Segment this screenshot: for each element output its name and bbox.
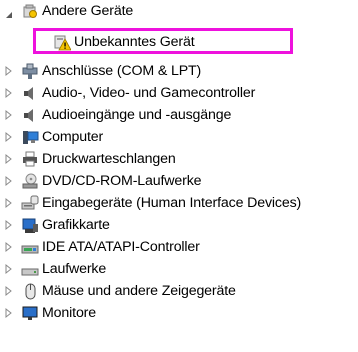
collapsed-arrow-icon[interactable]	[3, 241, 15, 253]
tree-item-hid[interactable]: Eingabegeräte (Human Interface Devices)	[0, 192, 358, 214]
collapsed-arrow-icon[interactable]	[3, 307, 15, 319]
collapsed-arrow-icon[interactable]	[3, 65, 15, 77]
tree-item-computer[interactable]: Computer	[0, 126, 358, 148]
tree-item-label: Druckwarteschlangen	[42, 151, 176, 167]
tree-item-audio-io[interactable]: Audioeingänge und -ausgänge	[0, 104, 358, 126]
mouse-icon	[25, 283, 36, 300]
tree-item-print-queues[interactable]: Druckwarteschlangen	[0, 148, 358, 170]
tree-item-ports[interactable]: Anschlüsse (COM & LPT)	[0, 60, 358, 82]
collapsed-arrow-icon[interactable]	[3, 153, 15, 165]
disk-drive-icon	[21, 268, 39, 276]
collapsed-arrow-icon[interactable]	[3, 131, 15, 143]
tree-item-label: Laufwerke	[42, 261, 107, 277]
monitor-icon	[22, 306, 38, 320]
other-devices-icon	[23, 4, 37, 18]
collapsed-arrow-icon[interactable]	[3, 285, 15, 297]
dvd-drive-icon	[22, 173, 38, 189]
collapsed-arrow-icon[interactable]	[3, 87, 15, 99]
tree-item-label: DVD/CD-ROM-Laufwerke	[42, 173, 202, 189]
port-connector-icon	[22, 63, 38, 79]
tree-item-mice[interactable]: Mäuse und andere Zeigegeräte	[0, 280, 358, 302]
tree-item-label: Andere Geräte	[42, 3, 134, 19]
computer-icon	[23, 131, 39, 144]
tree-item-label: Eingabegeräte (Human Interface Devices)	[42, 195, 302, 211]
device-manager-tree: Andere Geräte Unbekanntes Gerät Anschlüs…	[0, 0, 358, 352]
tree-item-label: Computer	[42, 129, 104, 145]
collapsed-arrow-icon[interactable]	[3, 109, 15, 121]
tree-item-label: Mäuse und andere Zeigegeräte	[42, 283, 236, 299]
speaker-icon	[24, 87, 33, 100]
tree-item-label: Grafikkarte	[42, 217, 110, 233]
collapsed-arrow-icon[interactable]	[3, 219, 15, 231]
hid-device-icon	[21, 195, 39, 210]
tree-item-graphics-card[interactable]: Grafikkarte	[0, 214, 358, 236]
tree-item-monitors[interactable]: Monitore	[0, 302, 358, 324]
tree-item-label: Audioeingänge und -ausgänge	[42, 107, 232, 123]
tree-item-label: Anschlüsse (COM & LPT)	[42, 63, 202, 79]
collapsed-arrow-icon[interactable]	[3, 263, 15, 275]
expanded-arrow-icon[interactable]	[3, 9, 15, 21]
tree-item-label: Monitore	[42, 305, 96, 321]
tree-item-audio-video-game[interactable]: Audio-, Video- und Gamecontroller	[0, 82, 358, 104]
graphics-card-icon	[22, 218, 38, 233]
collapsed-arrow-icon[interactable]	[3, 175, 15, 187]
collapsed-arrow-icon[interactable]	[3, 197, 15, 209]
tree-item-dvd-cd-rom[interactable]: DVD/CD-ROM-Laufwerke	[0, 170, 358, 192]
speaker-icon	[24, 109, 33, 122]
printer-icon	[23, 151, 37, 167]
ide-controller-icon	[21, 245, 39, 254]
tree-item-label: Audio-, Video- und Gamecontroller	[42, 85, 256, 101]
tree-item-label: IDE ATA/ATAPI-Controller	[42, 239, 200, 255]
tree-item-drives[interactable]: Laufwerke	[0, 258, 358, 280]
tree-item-ide-controller[interactable]: IDE ATA/ATAPI-Controller	[0, 236, 358, 258]
tree-item-other-devices[interactable]: Andere Geräte	[0, 3, 358, 28]
highlight-annotation-box	[33, 28, 293, 54]
